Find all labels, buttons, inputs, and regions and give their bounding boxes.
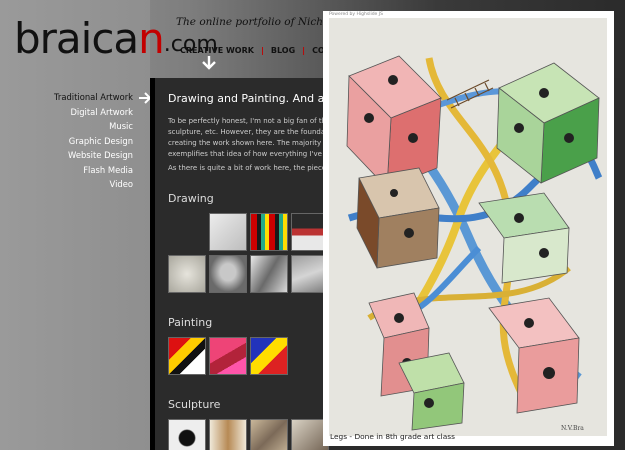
sculpture-thumbnail[interactable] xyxy=(168,419,206,450)
powered-by-label: Powered by Highslide JS xyxy=(329,12,383,17)
sidebar-item-flash-media[interactable]: Flash Media xyxy=(0,165,133,180)
sidebar-item-website-design[interactable]: Website Design xyxy=(0,150,133,165)
intro-line: exemplifies that idea of how everything … xyxy=(168,150,338,158)
section-painting-heading: Painting xyxy=(168,316,213,329)
sidebar-item-video[interactable]: Video xyxy=(0,179,133,194)
sculpture-thumbnail[interactable] xyxy=(209,419,247,450)
legs-drawing: N.V.Bra xyxy=(329,18,607,436)
sidebar-item-digital-artwork[interactable]: Digital Artwork xyxy=(0,107,133,122)
down-arrow-icon xyxy=(202,56,216,70)
artist-signature: N.V.Bra xyxy=(561,425,584,432)
sidebar-item-graphic-design[interactable]: Graphic Design xyxy=(0,136,133,151)
sidebar-item-music[interactable]: Music xyxy=(0,121,133,136)
drawing-thumbnail[interactable] xyxy=(250,213,288,251)
section-drawing-heading: Drawing xyxy=(168,192,214,205)
sidebar-panel xyxy=(0,0,150,450)
content-divider xyxy=(150,78,155,450)
painting-thumbnail[interactable] xyxy=(168,337,206,375)
sidebar-nav: Traditional Artwork Digital Artwork Musi… xyxy=(0,92,133,194)
enlarged-artwork-image[interactable]: N.V.Bra xyxy=(329,18,607,436)
image-lightbox[interactable]: Powered by Highslide JS N.V.Bra xyxy=(323,11,614,446)
nav-blog[interactable]: BLOG xyxy=(264,46,302,55)
sculpture-thumbnail[interactable] xyxy=(250,419,288,450)
painting-thumbnail[interactable] xyxy=(209,337,247,375)
section-sculpture-heading: Sculpture xyxy=(168,398,221,411)
drawing-thumbnail[interactable] xyxy=(168,255,206,293)
drawing-thumbnail[interactable] xyxy=(209,255,247,293)
nav-creative-work[interactable]: CREATIVE WORK xyxy=(180,46,261,55)
drawing-thumbnail[interactable] xyxy=(250,255,288,293)
block-brown-center xyxy=(356,167,440,269)
drawing-thumbnail[interactable] xyxy=(209,213,247,251)
image-caption: Legs - Done in 8th grade art class xyxy=(330,432,455,441)
sidebar-item-traditional-artwork[interactable]: Traditional Artwork xyxy=(0,92,133,107)
intro-line: As there is quite a bit of work here, th… xyxy=(168,164,338,172)
painting-thumbnail[interactable] xyxy=(250,337,288,375)
